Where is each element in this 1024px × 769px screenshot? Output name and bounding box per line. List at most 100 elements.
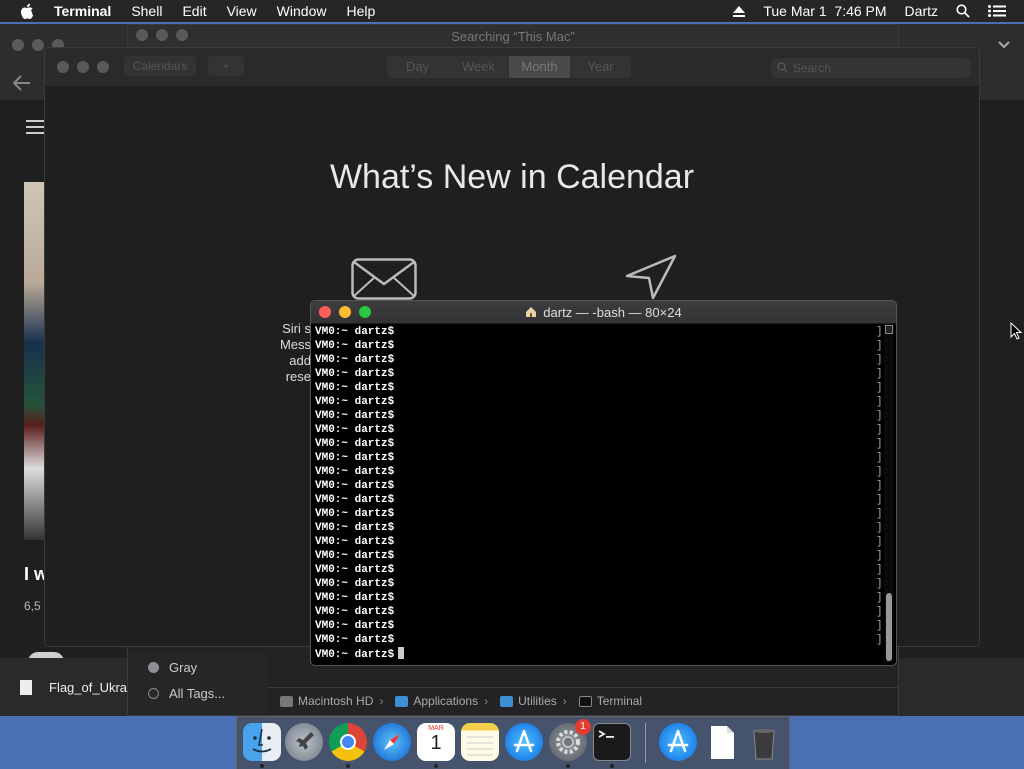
user-name[interactable]: Dartz (905, 3, 938, 19)
running-indicator (260, 764, 264, 768)
clock[interactable]: Tue Mar 1 7:46 PM (763, 3, 886, 19)
menu-shell[interactable]: Shell (131, 3, 162, 19)
menu-edit[interactable]: Edit (182, 3, 206, 19)
notification-center-icon[interactable] (988, 5, 1006, 17)
terminal-line: VM0:~ dartz$ (315, 619, 877, 633)
path-macintosh-hd[interactable]: Macintosh HD › (280, 694, 383, 708)
shell-prompt: VM0:~ dartz$ (315, 550, 395, 562)
line-marker: ] (876, 326, 883, 338)
line-marker: ] (876, 382, 883, 394)
terminal-line: VM0:~ dartz$ (315, 353, 877, 367)
calendar-minimize-button[interactable] (77, 61, 89, 73)
video-thumbnail[interactable] (24, 182, 44, 540)
dock-safari[interactable] (373, 723, 411, 761)
menu-view[interactable]: View (227, 3, 257, 19)
terminal-output[interactable]: VM0:~ dartz$ VM0:~ dartz$ VM0:~ dartz$ VM0:… (315, 325, 877, 663)
envelope-icon (351, 258, 417, 300)
path-utilities[interactable]: Utilities › (500, 694, 567, 708)
add-event-button[interactable]: + (208, 56, 244, 76)
tab-day[interactable]: Day (387, 56, 448, 78)
calendar-close-button[interactable] (57, 61, 69, 73)
terminal-line: VM0:~ dartz$ (315, 325, 877, 339)
siri-feature-text: Siri s Mess add rese (279, 321, 311, 384)
all-tags-icon (148, 688, 159, 699)
sidebar-all-tags[interactable]: All Tags... (148, 686, 225, 701)
line-marker: ] (876, 494, 883, 506)
finder-title: Searching “This Mac” (451, 29, 575, 44)
terminal-scrollbar[interactable] (884, 325, 894, 663)
app-store-icon (667, 729, 689, 753)
line-marker: ] (876, 592, 883, 604)
browser-close-button[interactable] (12, 39, 24, 51)
browser-minimize-button[interactable] (32, 39, 44, 51)
running-indicator (346, 764, 350, 768)
scrollbar-thumb[interactable] (886, 593, 892, 661)
view-segmented-control: Day Week Month Year (387, 56, 631, 78)
back-arrow-icon[interactable] (12, 74, 32, 92)
line-marker: ] (876, 452, 883, 464)
tab-year[interactable]: Year (570, 56, 631, 78)
sidebar-tag-gray[interactable]: Gray (148, 660, 197, 675)
terminal-prompt-icon (598, 730, 614, 738)
path-terminal[interactable]: Terminal (578, 694, 642, 708)
dock-downloads-stack[interactable] (659, 723, 697, 761)
spotlight-icon[interactable] (956, 4, 970, 18)
tab-month[interactable]: Month (509, 56, 570, 78)
menu-window[interactable]: Window (277, 3, 327, 19)
dock-launchpad[interactable] (285, 723, 323, 761)
download-item[interactable]: Flag_of_Ukra (49, 680, 127, 695)
text-cursor (398, 647, 405, 659)
terminal-line: VM0:~ dartz$ (315, 647, 877, 661)
dock-document[interactable] (703, 723, 741, 761)
terminal-line: VM0:~ dartz$ (315, 605, 877, 619)
path-applications[interactable]: Applications › (395, 694, 488, 708)
shell-prompt: VM0:~ dartz$ (315, 410, 395, 422)
eject-icon[interactable] (733, 5, 746, 17)
terminal-line: VM0:~ dartz$ (315, 493, 877, 507)
dock-chrome[interactable] (329, 723, 367, 761)
terminal-line: VM0:~ dartz$ (315, 563, 877, 577)
dock-trash[interactable] (745, 723, 783, 761)
running-indicator (434, 764, 438, 768)
shell-prompt: VM0:~ dartz$ (315, 634, 395, 646)
terminal-titlebar[interactable]: dartz — -bash — 80×24 (311, 301, 896, 324)
path-bar: Macintosh HD › Applications › Utilities … (268, 687, 898, 714)
line-marker: ] (876, 424, 883, 436)
line-marker: ] (876, 550, 883, 562)
chevron-down-icon[interactable] (998, 40, 1010, 50)
calendar-month: MAR (428, 725, 444, 732)
finder-titlebar[interactable]: Searching “This Mac” (128, 25, 898, 47)
dock-terminal[interactable] (593, 723, 631, 761)
dock-app-store[interactable] (505, 723, 543, 761)
shell-prompt: VM0:~ dartz$ (315, 396, 395, 408)
terminal-line: VM0:~ dartz$ (315, 577, 877, 591)
shell-prompt: VM0:~ dartz$ (315, 382, 395, 394)
calendars-button[interactable]: Calendars (124, 56, 196, 76)
view-count: 6,5 (24, 599, 41, 613)
line-marker: ] (876, 606, 883, 618)
hamburger-menu-icon[interactable] (26, 120, 44, 134)
dock-calendar[interactable]: MAR 1 (417, 723, 455, 761)
terminal-line: VM0:~ dartz$ (315, 507, 877, 521)
shell-prompt: VM0:~ dartz$ (315, 564, 395, 576)
folder-icon (500, 695, 514, 707)
calendar-search-field[interactable]: Search (771, 58, 971, 78)
shell-prompt: VM0:~ dartz$ (315, 424, 395, 436)
folder-icon (395, 695, 409, 707)
line-marker: ] (876, 578, 883, 590)
compass-icon (384, 734, 400, 750)
calendar-zoom-button[interactable] (97, 61, 109, 73)
menu-help[interactable]: Help (346, 3, 375, 19)
shell-prompt: VM0:~ dartz$ (315, 480, 395, 492)
terminal-title-text: dartz — -bash — 80×24 (543, 305, 682, 320)
terminal-line: VM0:~ dartz$ (315, 367, 877, 381)
split-pane-icon[interactable] (885, 325, 893, 334)
terminal-line: VM0:~ dartz$ (315, 465, 877, 479)
dock-notes[interactable] (461, 723, 499, 761)
tab-week[interactable]: Week (448, 56, 509, 78)
line-marker: ] (876, 410, 883, 422)
menu-app-name[interactable]: Terminal (54, 3, 111, 19)
dock-finder[interactable] (243, 723, 281, 761)
apple-icon[interactable] (20, 3, 36, 19)
shell-prompt: VM0:~ dartz$ (315, 354, 395, 366)
